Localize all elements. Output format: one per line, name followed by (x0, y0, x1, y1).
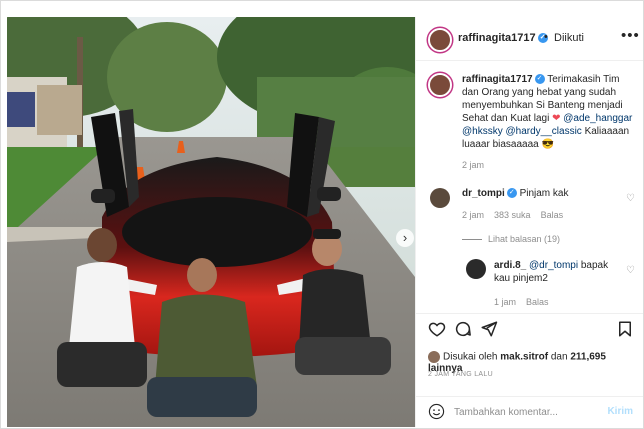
comment-icon[interactable] (454, 320, 472, 338)
heart-icon[interactable]: ♡ (626, 193, 635, 204)
comment-text: dr_tompi ✓ Pinjam kak (462, 187, 612, 200)
red-heart-emoji: ❤ (552, 113, 561, 124)
reply-button[interactable]: Balas (541, 210, 564, 220)
divider-line (462, 239, 482, 241)
action-bar (416, 313, 643, 345)
separator-dot: • (544, 31, 548, 43)
reply-text: ardi.8_ @dr_tompi bapak kau pinjem2 (494, 259, 612, 285)
comment-likes[interactable]: 383 suka (494, 210, 531, 220)
post-comment-button[interactable]: Kirim (607, 406, 633, 417)
post-sidebar: raffinagita1717 ✓ • Diikuti ••• raffinagi… (415, 17, 643, 427)
comment-input[interactable] (454, 404, 594, 420)
comment-time: 2 jam (462, 210, 485, 220)
next-arrow-icon[interactable]: › (396, 229, 414, 247)
emoji-icon[interactable] (428, 403, 445, 420)
share-icon[interactable] (480, 320, 498, 338)
more-icon[interactable]: ••• (621, 27, 640, 44)
author-username[interactable]: raffinagita1717 ✓ (458, 32, 548, 44)
caption-username[interactable]: raffinagita1717 (462, 74, 533, 85)
add-comment-bar: Kirim (416, 396, 643, 427)
photo-illustration (7, 17, 415, 427)
bookmark-icon[interactable] (616, 320, 634, 338)
post-header: raffinagita1717 ✓ • Diikuti ••• (416, 17, 643, 61)
liker-avatar[interactable] (428, 351, 440, 363)
heart-icon[interactable] (428, 320, 446, 338)
sunglasses-emoji: 😎 (541, 139, 554, 150)
liked-by-prefix: Disukai oleh (443, 351, 498, 363)
replier-avatar[interactable] (466, 259, 486, 279)
caption-avatar[interactable] (428, 73, 452, 97)
heart-icon[interactable]: ♡ (626, 265, 635, 276)
comment-body: Pinjam kak (519, 188, 569, 199)
caption-time: 2 jam (462, 160, 485, 170)
verified-icon: ✓ (506, 188, 517, 199)
reply-username[interactable]: ardi.8_ (494, 260, 526, 271)
comment-username[interactable]: dr_tompi (462, 188, 505, 199)
post-photo[interactable]: › (7, 17, 415, 427)
caption-text: raffinagita1717 ✓ Terimakasih Tim dan Ora… (462, 73, 638, 172)
liked-by-middle: dan (550, 351, 568, 363)
reply-mention[interactable]: @dr_tompi (529, 260, 578, 271)
reply-button[interactable]: Balas (526, 297, 549, 307)
commenter-avatar[interactable] (430, 188, 450, 208)
comment-meta: 2 jam 383 suka Balas (462, 210, 563, 220)
follow-state-button[interactable]: Diikuti (554, 32, 584, 44)
view-replies-button[interactable]: Lihat balasan (19) (462, 234, 560, 244)
author-avatar[interactable] (428, 28, 452, 52)
post-timestamp[interactable]: 2 JAM YANG LALU (428, 371, 493, 378)
reply-time: 1 jam (494, 297, 517, 307)
verified-icon: ✓ (534, 74, 545, 85)
liked-by-user[interactable]: mak.sitrof (500, 352, 548, 363)
post-dialog: › raffinagita1717 ✓ • Diikuti ••• raffina… (0, 0, 644, 429)
reply-meta: 1 jam Balas (494, 297, 549, 307)
